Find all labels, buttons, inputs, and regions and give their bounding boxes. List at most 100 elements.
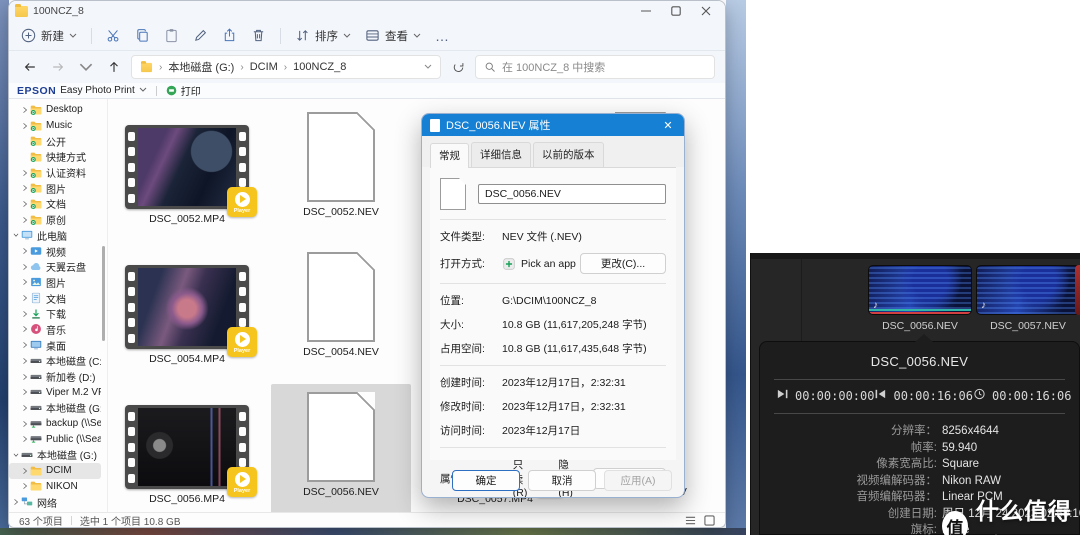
sidebar-item[interactable]: Desktop: [9, 102, 101, 118]
sidebar-item[interactable]: Public (\\SeanD: [9, 431, 101, 447]
up-button[interactable]: [103, 60, 125, 74]
chevron-right-icon[interactable]: [20, 294, 29, 302]
chevron-right-icon[interactable]: [20, 388, 29, 396]
sidebar-item[interactable]: Music: [9, 118, 101, 134]
chevron-right-icon[interactable]: [20, 357, 29, 365]
chevron-right-icon[interactable]: [20, 122, 29, 130]
chevron-right-icon[interactable]: [20, 467, 29, 475]
chevron-right-icon[interactable]: [20, 200, 29, 208]
filename-input[interactable]: DSC_0056.NEV: [478, 184, 666, 204]
epson-app-label[interactable]: Easy Photo Print: [60, 85, 134, 96]
sidebar-item[interactable]: 天翼云盘: [9, 259, 101, 275]
forward-button[interactable]: [47, 60, 69, 74]
sidebar-item[interactable]: 下载: [9, 306, 101, 322]
refresh-button[interactable]: [447, 61, 469, 74]
sidebar-item[interactable]: 音乐: [9, 322, 101, 338]
sidebar-item[interactable]: 图片: [9, 180, 101, 196]
sidebar-item[interactable]: 新加卷 (D:): [9, 369, 101, 385]
explorer-titlebar[interactable]: 100NCZ_8: [9, 1, 725, 21]
share-button[interactable]: [222, 28, 237, 43]
sidebar-item-label: 桌面: [46, 341, 66, 353]
chevron-right-icon[interactable]: [20, 278, 29, 286]
delete-button[interactable]: [251, 28, 266, 43]
thumbnail-view-icon[interactable]: [704, 514, 715, 526]
chevron-right-icon[interactable]: [20, 184, 29, 192]
apply-button[interactable]: 应用(A): [604, 470, 672, 491]
details-view-icon[interactable]: [685, 515, 696, 526]
minimize-icon[interactable]: [641, 6, 651, 16]
chevron-right-icon[interactable]: [20, 325, 29, 333]
copy-button[interactable]: [135, 28, 150, 43]
chevron-right-icon[interactable]: [20, 373, 29, 381]
rename-button[interactable]: [193, 28, 208, 43]
ok-button[interactable]: 确定: [452, 470, 520, 491]
breadcrumb-dcim[interactable]: DCIM: [250, 61, 278, 73]
breadcrumb-drive[interactable]: 本地磁盘 (G:): [168, 59, 234, 75]
sidebar-item[interactable]: Viper M.2 VPN: [9, 384, 101, 400]
sidebar-item[interactable]: 桌面: [9, 337, 101, 353]
tab-previous-versions[interactable]: 以前的版本: [533, 142, 604, 167]
file-item[interactable]: Player DSC_0052.MP4: [117, 104, 257, 244]
print-button[interactable]: 打印: [181, 83, 201, 98]
chevron-right-icon[interactable]: [20, 341, 29, 349]
cut-button[interactable]: [106, 28, 121, 43]
close-icon[interactable]: [701, 6, 711, 16]
sidebar-item[interactable]: 图片: [9, 275, 101, 291]
chevron-down-icon[interactable]: [424, 64, 432, 70]
file-item[interactable]: Player DSC_0056.MP4: [117, 384, 257, 524]
sidebar-item[interactable]: 本地磁盘 (C:): [9, 353, 101, 369]
file-item[interactable]: DSC_0052.NEV: [271, 104, 411, 244]
sort-button[interactable]: 排序: [295, 28, 351, 44]
chevron-right-icon[interactable]: [20, 106, 29, 114]
tab-details[interactable]: 详细信息: [471, 142, 531, 167]
sidebar-item[interactable]: 视频: [9, 243, 101, 259]
chevron-down-icon[interactable]: [139, 87, 147, 93]
maximize-icon[interactable]: [671, 6, 681, 16]
chevron-right-icon[interactable]: [20, 216, 29, 224]
chevron-right-icon[interactable]: [20, 247, 29, 255]
file-item[interactable]: Player DSC_0054.MP4: [117, 244, 257, 384]
file-item[interactable]: DSC_0056.NEV: [271, 384, 411, 524]
sidebar-item[interactable]: 此电脑: [9, 228, 101, 244]
media-clip[interactable]: ♪ DSC_0057.NEV: [976, 265, 1080, 332]
dialog-titlebar[interactable]: DSC_0056.NEV 属性 ✕: [422, 114, 684, 136]
media-clip[interactable]: ♪ DSC_0056.NEV: [868, 265, 972, 332]
chevron-down-icon[interactable]: [11, 231, 20, 239]
recent-dropdown[interactable]: [75, 60, 97, 74]
sidebar-item[interactable]: DCIM: [9, 462, 101, 479]
view-button[interactable]: 查看: [365, 28, 421, 44]
sidebar-item[interactable]: 网络: [9, 494, 101, 510]
change-button[interactable]: 更改(C)...: [580, 253, 666, 274]
sidebar-item[interactable]: backup (\\Sean: [9, 416, 101, 432]
breadcrumb-current[interactable]: 100NCZ_8: [293, 61, 346, 73]
search-input[interactable]: 在 100NCZ_8 中搜索: [475, 55, 715, 79]
breadcrumb[interactable]: › 本地磁盘 (G:) › DCIM › 100NCZ_8: [131, 55, 441, 79]
sidebar-item[interactable]: 原创: [9, 212, 101, 228]
more-button[interactable]: …: [435, 28, 450, 44]
sidebar-item[interactable]: NIKON: [9, 479, 101, 495]
sidebar-item[interactable]: 文档: [9, 290, 101, 306]
player-badge: Player: [227, 467, 257, 497]
cancel-button[interactable]: 取消: [528, 470, 596, 491]
chevron-right-icon[interactable]: [20, 435, 29, 443]
new-button[interactable]: 新建: [21, 28, 77, 44]
sidebar-item[interactable]: 认证资料: [9, 165, 101, 181]
sidebar-item[interactable]: 本地磁盘 (G:): [9, 400, 101, 416]
sidebar-item[interactable]: 文档: [9, 196, 101, 212]
dialog-close-icon[interactable]: ✕: [660, 119, 676, 132]
chevron-right-icon[interactable]: [20, 482, 29, 490]
chevron-right-icon[interactable]: [20, 169, 29, 177]
chevron-right-icon[interactable]: [20, 404, 29, 412]
tab-general[interactable]: 常规: [430, 143, 469, 168]
chevron-right-icon[interactable]: [20, 420, 29, 428]
back-button[interactable]: [19, 60, 41, 74]
chevron-right-icon[interactable]: [11, 498, 20, 506]
chevron-down-icon[interactable]: [11, 451, 20, 459]
chevron-right-icon[interactable]: [20, 310, 29, 318]
sidebar-item[interactable]: 公开: [9, 133, 101, 149]
paste-button[interactable]: [164, 28, 179, 43]
chevron-right-icon[interactable]: [20, 263, 29, 271]
sidebar-item[interactable]: 快捷方式: [9, 149, 101, 165]
sidebar-item[interactable]: 本地磁盘 (G:): [9, 447, 101, 463]
file-item[interactable]: DSC_0054.NEV: [271, 244, 411, 384]
